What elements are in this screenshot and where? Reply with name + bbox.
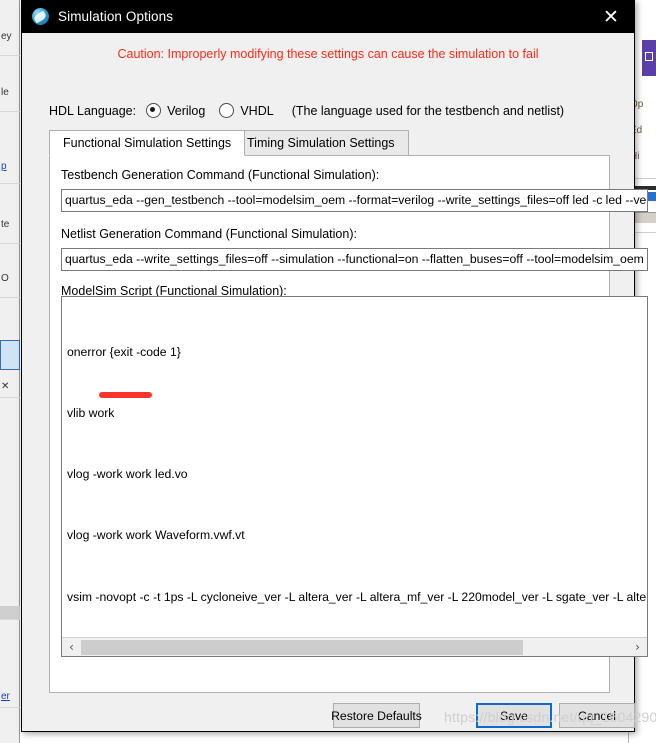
netlist-command-label: Netlist Generation Command (Functional S… — [61, 227, 357, 241]
scroll-right-arrow-icon[interactable]: › — [628, 638, 647, 656]
radio-button-icon — [146, 103, 162, 118]
hdl-language-hint: (The language used for the testbench and… — [291, 103, 565, 118]
background-purple-badge-icon — [642, 40, 656, 76]
script-line: onerror {exit -code 1} — [67, 344, 181, 359]
background-left-selected-item — [0, 340, 20, 370]
dialog-body: Caution: Improperly modifying these sett… — [22, 33, 648, 731]
scroll-left-arrow-icon[interactable]: ‹ — [62, 638, 81, 656]
radio-button-icon — [219, 103, 235, 118]
background-left-divider — [0, 606, 20, 620]
scrollbar-thumb[interactable] — [81, 640, 523, 655]
red-underline-annotation — [99, 392, 152, 398]
background-left-item: p — [0, 160, 20, 184]
background-left-marker-icon: ✕ — [0, 380, 20, 398]
cancel-button[interactable]: Cancel — [559, 703, 635, 728]
background-left-item: le — [0, 86, 20, 112]
save-button[interactable]: Save — [476, 703, 552, 728]
script-line: vlib work — [67, 406, 115, 421]
quartus-sphere-icon — [32, 8, 49, 25]
testbench-command-label: Testbench Generation Command (Functional… — [61, 168, 380, 182]
background-left-panel: ey le p te O ✕ er — [0, 0, 20, 743]
radio-vhdl-label: VHDL — [240, 103, 274, 118]
radio-vhdl[interactable]: VHDL — [219, 103, 274, 118]
background-left-item: ey — [0, 30, 20, 56]
background-left-item: O — [0, 272, 20, 298]
testbench-command-input[interactable]: quartus_eda --gen_testbench --tool=model… — [61, 189, 648, 212]
script-horizontal-scrollbar[interactable]: ‹ › — [62, 637, 647, 656]
script-line: vlog -work work Waveform.vwf.vt — [67, 528, 245, 543]
modelsim-script-editor[interactable]: onerror {exit -code 1} vlib work vlog -w… — [61, 296, 648, 657]
netlist-command-input[interactable]: quartus_eda --write_settings_files=off -… — [61, 248, 648, 271]
caution-message: Caution: Improperly modifying these sett… — [117, 47, 539, 61]
radio-verilog-label: Verilog — [167, 103, 206, 118]
script-line: vsim -novopt -c -t 1ps -L cycloneive_ver… — [67, 589, 648, 604]
dialog-titlebar: Simulation Options ✕ — [22, 0, 634, 33]
background-left-item: te — [0, 218, 20, 244]
script-line: vlog -work work led.vo — [67, 467, 188, 482]
close-icon[interactable]: ✕ — [588, 0, 634, 33]
hdl-language-radio-group: Verilog VHDL — [146, 103, 288, 118]
modelsim-script-content: onerror {exit -code 1} vlib work vlog -w… — [67, 301, 648, 656]
tab-functional-simulation-settings[interactable]: Functional Simulation Settings — [49, 130, 246, 156]
background-left-item: er — [0, 690, 20, 708]
tab-timing-simulation-settings[interactable]: Timing Simulation Settings — [233, 130, 409, 156]
dialog-title: Simulation Options — [58, 9, 174, 24]
functional-simulation-settings-panel: Testbench Generation Command (Functional… — [49, 155, 648, 693]
settings-tabstrip: Functional Simulation Settings Timing Si… — [49, 130, 609, 156]
hdl-language-label: HDL Language: — [49, 103, 137, 118]
simulation-options-dialog: Simulation Options ✕ Caution: Improperly… — [21, 0, 648, 732]
hdl-language-row: HDL Language: Verilog VHDL (The language… — [49, 103, 564, 118]
radio-verilog[interactable]: Verilog — [146, 103, 205, 118]
restore-defaults-button[interactable]: Restore Defaults — [331, 703, 422, 728]
